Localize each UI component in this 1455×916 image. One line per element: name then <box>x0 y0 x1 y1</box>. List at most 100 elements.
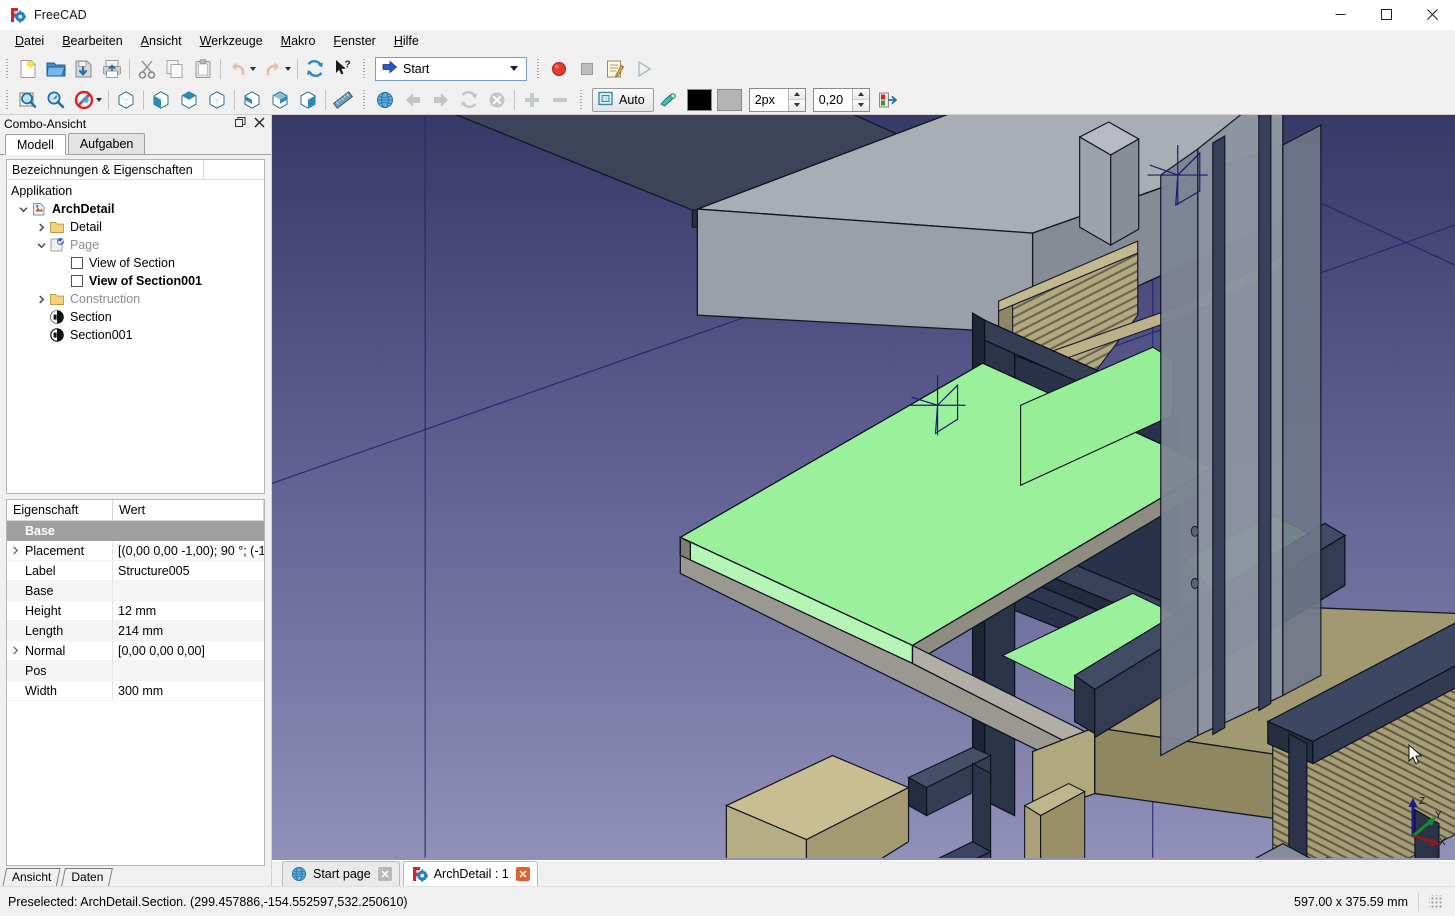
transparency-spinner[interactable]: 0,20 <box>813 88 870 112</box>
line-width-value[interactable]: 2px <box>750 89 788 111</box>
top-view-button[interactable] <box>175 87 203 113</box>
tab-daten[interactable]: Daten <box>61 868 113 886</box>
bottom-view-button[interactable] <box>266 87 294 113</box>
property-value[interactable] <box>113 661 264 680</box>
close-icon[interactable] <box>254 117 265 131</box>
tree-root-applikation[interactable]: Applikation <box>7 182 264 200</box>
browse-web-button[interactable] <box>371 87 399 113</box>
tree-item-view-of-section001[interactable]: View of Section001 <box>7 272 264 290</box>
toolbar-grip[interactable] <box>4 89 11 111</box>
toolbar-grip[interactable] <box>361 58 368 80</box>
line-width-step-up[interactable] <box>789 89 805 101</box>
workbench-selector[interactable]: Start <box>375 57 527 81</box>
3d-scene[interactable] <box>272 115 1455 858</box>
transparency-steppers[interactable] <box>852 89 869 111</box>
tab-ansicht[interactable]: Ansicht <box>2 868 61 886</box>
tree-item-view-of-section[interactable]: View of Section <box>7 254 264 272</box>
property-value[interactable] <box>113 581 264 600</box>
property-value[interactable]: Structure005 <box>113 561 264 580</box>
draft-to-sketch-button[interactable] <box>874 87 902 113</box>
property-row-label[interactable]: Label Structure005 <box>7 561 264 581</box>
apply-style-button[interactable] <box>654 87 682 113</box>
stop-loading-button[interactable] <box>483 87 511 113</box>
chevron-right-icon[interactable] <box>33 223 49 232</box>
forward-button[interactable] <box>427 87 455 113</box>
chevron-down-icon[interactable] <box>33 241 49 250</box>
resize-grip[interactable] <box>1429 895 1443 909</box>
draw-style-button[interactable] <box>70 87 98 113</box>
property-row-height[interactable]: Height 12 mm <box>7 601 264 621</box>
zoom-in-button[interactable] <box>518 87 546 113</box>
face-color-swatch[interactable] <box>717 89 742 111</box>
back-button[interactable] <box>399 87 427 113</box>
property-row-normal[interactable]: Normal [0,00 0,00 0,00] <box>7 641 264 661</box>
restore-icon[interactable] <box>235 117 246 131</box>
model-tree[interactable]: Bezeichnungen & Eigenschaften Applikatio… <box>6 159 265 494</box>
mdi-tab-start-page[interactable]: Start page <box>282 861 400 886</box>
close-icon[interactable] <box>516 867 530 881</box>
right-view-button[interactable] <box>203 87 231 113</box>
print-button[interactable] <box>98 56 126 82</box>
3d-viewport[interactable]: Z Y X <box>272 115 1455 860</box>
property-value[interactable]: 300 mm <box>113 681 264 700</box>
open-document-button[interactable] <box>42 56 70 82</box>
tree-item-section[interactable]: Section <box>7 308 264 326</box>
property-row-pos[interactable]: Pos <box>7 661 264 681</box>
chevron-right-icon[interactable] <box>7 546 23 555</box>
tree-item-construction[interactable]: Construction <box>7 290 264 308</box>
property-row-width[interactable]: Width 300 mm <box>7 681 264 701</box>
tab-aufgaben[interactable]: Aufgaben <box>68 133 146 154</box>
minimize-button[interactable] <box>1317 0 1363 30</box>
front-view-button[interactable] <box>147 87 175 113</box>
tree-item-section001[interactable]: Section001 <box>7 326 264 344</box>
refresh-button[interactable] <box>301 56 329 82</box>
line-color-swatch[interactable] <box>687 89 712 111</box>
close-icon[interactable] <box>378 867 392 881</box>
checkbox[interactable] <box>71 257 83 269</box>
close-button[interactable] <box>1409 0 1455 30</box>
toolbar-grip[interactable] <box>578 89 585 111</box>
left-view-button[interactable] <box>294 87 322 113</box>
whats-this-button[interactable]: ? <box>329 56 357 82</box>
property-row-placement[interactable]: Placement [(0,00 0,00 -1,00); 90 °; (-1.… <box>7 541 264 561</box>
transparency-step-up[interactable] <box>853 89 869 101</box>
tree-column-divider[interactable] <box>203 160 204 180</box>
property-row-length[interactable]: Length 214 mm <box>7 621 264 641</box>
property-value[interactable]: 214 mm <box>113 621 264 640</box>
tree-item-archdetail[interactable]: ArchDetail <box>7 200 264 218</box>
fit-all-button[interactable] <box>14 87 42 113</box>
menu-ansicht[interactable]: Ansicht <box>132 32 191 50</box>
property-editor[interactable]: Eigenschaft Wert Base Placement [(0,00 0… <box>6 499 265 866</box>
undo-button[interactable] <box>224 56 252 82</box>
copy-button[interactable] <box>161 56 189 82</box>
zoom-out-button[interactable] <box>546 87 574 113</box>
line-width-steppers[interactable] <box>788 89 805 111</box>
tab-modell[interactable]: Modell <box>5 134 66 155</box>
chevron-right-icon[interactable] <box>33 295 49 304</box>
property-value[interactable]: [(0,00 0,00 -1,00); 90 °; (-1... <box>113 541 264 560</box>
fit-selection-button[interactable] <box>42 87 70 113</box>
property-value[interactable]: [0,00 0,00 0,00] <box>113 641 264 660</box>
line-width-spinner[interactable]: 2px <box>749 88 806 112</box>
new-document-button[interactable] <box>14 56 42 82</box>
rear-view-button[interactable] <box>238 87 266 113</box>
toolbar-grip[interactable] <box>535 58 542 80</box>
property-value[interactable]: 12 mm <box>113 601 264 620</box>
property-row-base[interactable]: Base <box>7 581 264 601</box>
draft-autogroup-button[interactable]: Auto <box>592 88 654 112</box>
toolbar-grip[interactable] <box>4 58 11 80</box>
isometric-view-button[interactable] <box>112 87 140 113</box>
transparency-step-down[interactable] <box>853 100 869 111</box>
reload-button[interactable] <box>455 87 483 113</box>
menu-fenster[interactable]: Fenster <box>324 32 384 50</box>
menu-makro[interactable]: Makro <box>272 32 325 50</box>
redo-button[interactable] <box>259 56 287 82</box>
macro-record-button[interactable] <box>545 56 573 82</box>
maximize-button[interactable] <box>1363 0 1409 30</box>
checkbox[interactable] <box>71 275 83 287</box>
toolbar-grip[interactable] <box>361 89 368 111</box>
mdi-tab-archdetail[interactable]: ArchDetail : 1 <box>403 861 538 886</box>
macro-execute-button[interactable] <box>629 56 657 82</box>
menu-bearbeiten[interactable]: Bearbeiten <box>53 32 131 50</box>
chevron-right-icon[interactable] <box>7 646 23 655</box>
